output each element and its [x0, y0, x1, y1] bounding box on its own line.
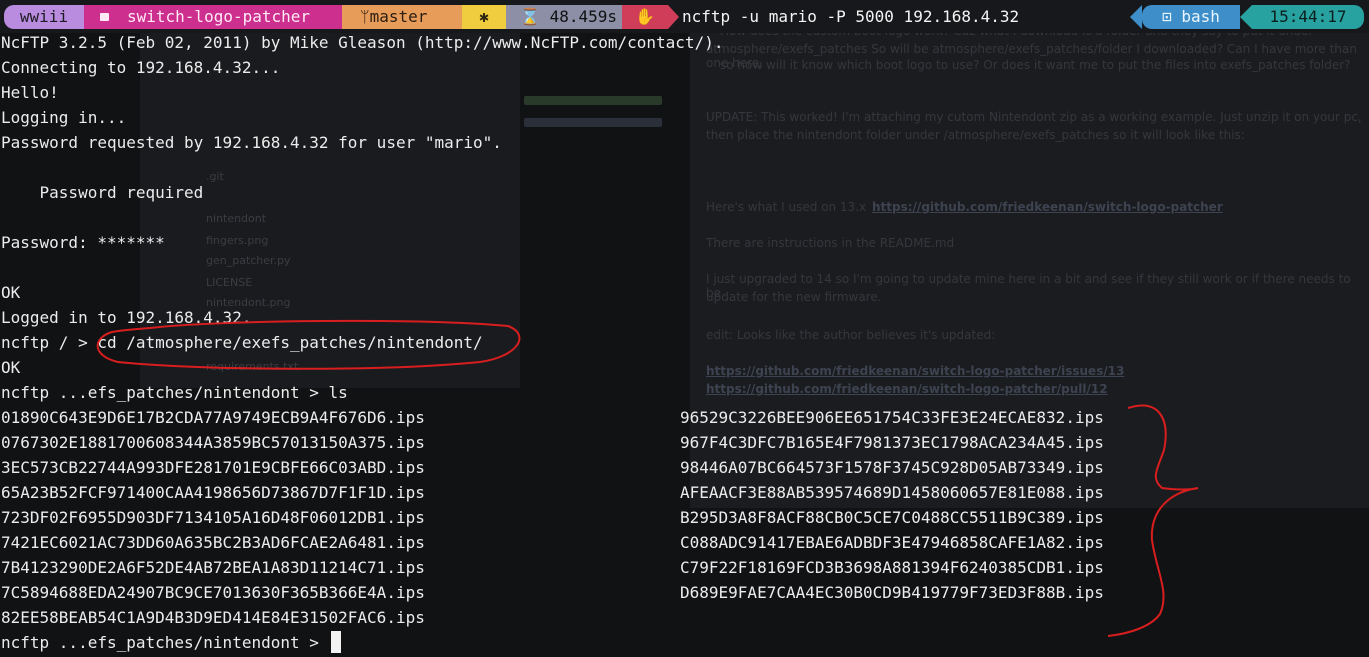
hand-icon: ✋	[635, 7, 655, 26]
prompt-status-segment: ✱	[462, 5, 506, 29]
ghost-doc-line: I just upgraded to 14 so I'm going to up…	[706, 272, 1351, 300]
prompt-directory-segment: switch-logo-patcher	[84, 5, 342, 29]
file-entry: 723DF02F6955D903DF7134105A16D48F06012DB1…	[1, 508, 425, 527]
terminal-line: ncftp ...efs_patches/nintendont > ls	[1, 383, 348, 402]
shell-prompt-bar: wwiii switch-logo-patcher ᛘmaster ✱ ⌛ 48…	[0, 0, 1369, 33]
directory-name: switch-logo-patcher	[127, 7, 311, 26]
segment-separator	[1130, 5, 1142, 29]
ghost-file-name: gen_patcher.py	[206, 254, 291, 267]
file-entry: B295D3A8F8ACF88CB0C5CE7C0488CC5511B9C389…	[680, 508, 1104, 527]
shell-name: bash	[1181, 7, 1220, 26]
ghost-doc-line: UPDATE: This worked! I'm attaching my cu…	[706, 110, 1362, 124]
ghost-doc-line: update for the new firmware.	[706, 290, 882, 304]
terminal-icon: ⊡	[1162, 7, 1172, 26]
ftp-prompt: ncftp / >	[1, 333, 98, 352]
terminal-line: Logged in to 192.168.4.32.	[1, 308, 252, 327]
folder-icon	[100, 13, 109, 21]
terminal-line: Logging in...	[1, 108, 127, 127]
file-entry: 7B4123290DE2A6F52DE4AB72BEA1A83D11214C71…	[1, 558, 425, 577]
file-entry: 98446A07BC664573F1578F3745C928D05AB73349…	[680, 458, 1104, 477]
prompt-exit-segment: ✋	[622, 5, 668, 29]
ghost-doc-line: so how will it know which boot logo to u…	[720, 58, 1351, 72]
terminal-line: Password: *******	[1, 233, 165, 252]
file-entry: 7421EC6021AC73DD60A635BC2B3AD6FCAE2A6481…	[1, 533, 425, 552]
ghost-doc-line: Here's what I used on 13.x	[706, 200, 867, 214]
hourglass-icon: ⌛	[520, 7, 540, 26]
ghost-file-name: LICENSE	[206, 276, 253, 289]
shell-name-segment: ⊡ bash	[1142, 5, 1240, 29]
file-entry: 0767302E1881700608344A3859BC57013150A375…	[1, 433, 425, 452]
segment-separator	[668, 5, 679, 29]
cd-command: cd /atmosphere/exefs_patches/nintendont/	[97, 333, 483, 352]
terminal-line: Password requested by 192.168.4.32 for u…	[1, 133, 502, 152]
terminal-line: NcFTP 3.2.5 (Feb 02, 2011) by Mike Gleas…	[1, 33, 724, 52]
clock-segment: 15:44:17	[1252, 5, 1364, 29]
file-entry: C088ADC91417EBAE6ADBDF3E47946858CAFE1A82…	[680, 533, 1104, 552]
ghost-doc-line: then place the nintendont folder under /…	[706, 128, 1245, 142]
terminal-line: ncftp / > cd /atmosphere/exefs_patches/n…	[1, 330, 483, 355]
ghost-file-name: nintendont	[206, 212, 267, 225]
file-entry: D689E9FAE7CAA4EC30B0CD9B419779F73ED3F88B…	[680, 583, 1104, 602]
ghost-file-name: requirements.txt	[206, 360, 299, 373]
file-entry: 82EE58BEAB54C1A9D4B3D9ED414E84E31502FAC6…	[1, 608, 425, 627]
file-entry: 3EC573CB22744A993DFE281701E9CBFE66C03ABD…	[1, 458, 425, 477]
ghost-doc-link: https://github.com/friedkeenan/switch-lo…	[872, 200, 1223, 214]
current-command: ncftp -u mario -P 5000 192.168.4.32	[682, 7, 1020, 26]
ghost-file-name: .git	[206, 170, 224, 183]
gear-icon: ✱	[479, 7, 489, 26]
terminal-line: OK	[1, 358, 21, 377]
ghost-file-name: fingers.png	[206, 234, 269, 247]
text-cursor	[330, 631, 341, 653]
git-branch: ᛘmaster	[360, 7, 428, 26]
file-entry: 7C5894688EDA24907BC9CE7013630F365B366E4A…	[1, 583, 425, 602]
prompt-git-segment: ᛘmaster	[342, 5, 462, 29]
terminal-line: OK	[1, 283, 21, 302]
ftp-prompt: ncftp ...efs_patches/nintendont >	[1, 633, 329, 652]
file-entry: 967F4C3DFC7B165E4F7981373EC1798ACA234A45…	[680, 433, 1104, 452]
terminal-line: Hello!	[1, 83, 59, 102]
prompt-duration-segment: ⌛ 48.459s	[506, 5, 622, 29]
file-entry: 65A23B52FCF971400CAA4198656D73867D7F1F1D…	[1, 483, 425, 502]
file-entry: 01890C643E9D6E17B2CDA77A9749ECB9A4F676D6…	[1, 408, 425, 427]
file-entry: C79F22F18169FCD3B3698A881394F6240385CDB1…	[680, 558, 1104, 577]
ghost-doc-link: https://github.com/friedkeenan/switch-lo…	[706, 364, 1125, 378]
ghost-doc-line: edit: Looks like the author believes it'…	[706, 328, 996, 342]
ghost-doc-line: atmosphere/exefs_patches So will be atmo…	[706, 42, 1357, 70]
file-entry: 96529C3226BEE906EE651754C33FE3E24ECAE832…	[680, 408, 1104, 427]
ghost-bar	[524, 96, 662, 105]
terminal-line: Connecting to 192.168.4.32...	[1, 58, 281, 77]
prompt-host-segment: wwiii	[4, 5, 84, 29]
segment-separator	[1240, 5, 1252, 29]
ghost-bar	[524, 118, 662, 127]
terminal-input-line[interactable]: ncftp ...efs_patches/nintendont >	[1, 630, 341, 655]
file-entry: AFEAACF3E88AB539574689D1458060657E81E088…	[680, 483, 1104, 502]
ghost-doc-link: https://github.com/friedkeenan/switch-lo…	[706, 382, 1108, 396]
command-duration: 48.459s	[549, 7, 617, 26]
ghost-doc-line: There are instructions in the README.md	[706, 236, 955, 250]
annotation-brace	[1107, 404, 1199, 637]
terminal-line: Password required	[1, 183, 204, 202]
